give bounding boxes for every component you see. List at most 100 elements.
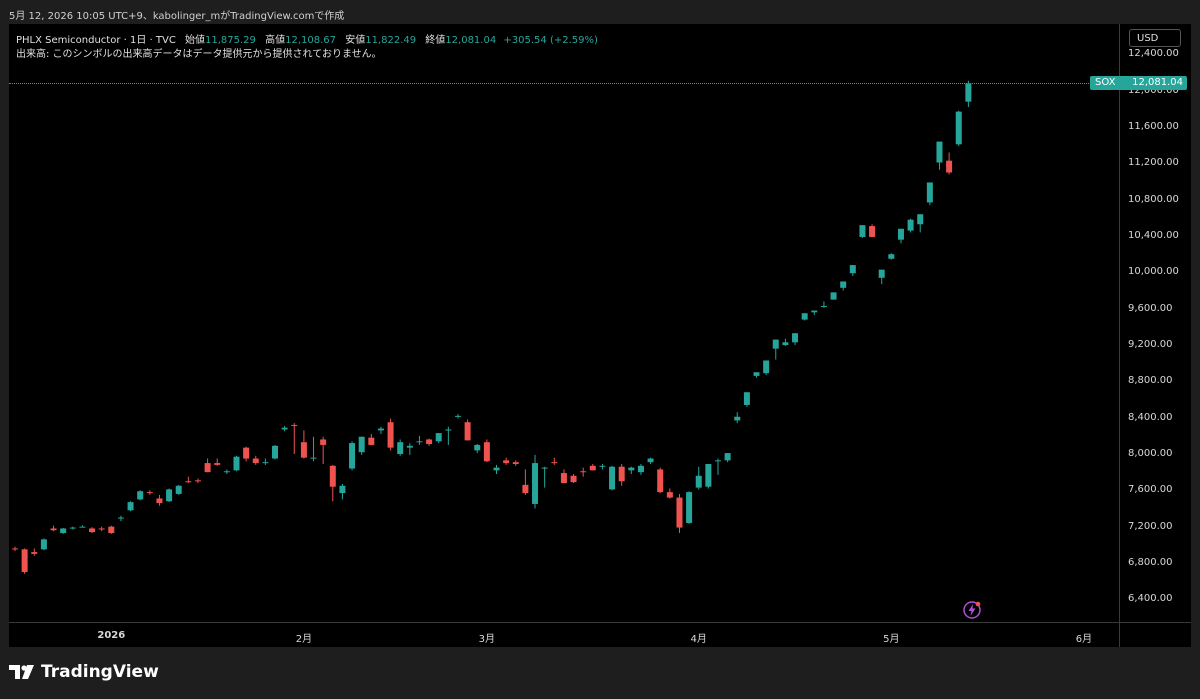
candle-body[interactable] bbox=[955, 111, 962, 145]
candle-body[interactable] bbox=[454, 415, 461, 417]
candle-body[interactable] bbox=[435, 433, 442, 442]
lightning-icon[interactable] bbox=[963, 601, 981, 619]
candle-body[interactable] bbox=[214, 463, 221, 465]
candle-body[interactable] bbox=[541, 467, 548, 469]
candle-body[interactable] bbox=[60, 528, 67, 534]
candle-body[interactable] bbox=[416, 441, 423, 443]
candle-body[interactable] bbox=[406, 445, 413, 448]
candle-body[interactable] bbox=[223, 471, 230, 473]
candle-body[interactable] bbox=[291, 424, 298, 426]
candle-body[interactable] bbox=[50, 528, 57, 531]
candle-body[interactable] bbox=[657, 469, 664, 493]
candle-body[interactable] bbox=[551, 462, 558, 464]
candle-body[interactable] bbox=[166, 489, 173, 502]
candle-body[interactable] bbox=[281, 427, 288, 430]
candle-body[interactable] bbox=[849, 265, 856, 274]
candle-body[interactable] bbox=[79, 526, 86, 528]
candle-body[interactable] bbox=[358, 436, 365, 453]
candle-body[interactable] bbox=[811, 310, 818, 313]
candle-body[interactable] bbox=[368, 437, 375, 445]
candle-body[interactable] bbox=[589, 465, 596, 471]
candle-body[interactable] bbox=[705, 463, 712, 487]
candle-body[interactable] bbox=[820, 305, 827, 307]
candle-body[interactable] bbox=[637, 465, 644, 473]
candle-body[interactable] bbox=[185, 481, 192, 483]
candle-body[interactable] bbox=[146, 492, 153, 494]
candle-body[interactable] bbox=[204, 463, 211, 473]
candle-body[interactable] bbox=[917, 214, 924, 225]
candle-body[interactable] bbox=[686, 492, 693, 524]
candle-body[interactable] bbox=[252, 458, 259, 464]
candle-body[interactable] bbox=[628, 467, 635, 471]
candle-body[interactable] bbox=[840, 281, 847, 288]
chart-pane[interactable]: PHLX Semiconductor · 1日 · TVC 始値11,875.2… bbox=[9, 24, 1119, 622]
candle-body[interactable] bbox=[300, 442, 307, 458]
candle-body[interactable] bbox=[734, 416, 741, 421]
candle-body[interactable] bbox=[262, 462, 269, 464]
candle-body[interactable] bbox=[599, 465, 606, 467]
candle-body[interactable] bbox=[272, 445, 279, 459]
candle-body[interactable] bbox=[339, 485, 346, 494]
candle-body[interactable] bbox=[724, 453, 731, 461]
candle-body[interactable] bbox=[233, 456, 240, 471]
candle-body[interactable] bbox=[387, 422, 394, 448]
candle-body[interactable] bbox=[907, 219, 914, 231]
candle-body[interactable] bbox=[666, 492, 673, 498]
candle-body[interactable] bbox=[31, 552, 38, 554]
price-axis[interactable]: USD 12,400.00 12,000.00 11,600.00 11,200.00… bbox=[1090, 24, 1191, 622]
candle-body[interactable] bbox=[897, 228, 904, 240]
candle-body[interactable] bbox=[474, 444, 481, 451]
candle-body[interactable] bbox=[580, 471, 587, 473]
candle-body[interactable] bbox=[194, 480, 201, 482]
candle-body[interactable] bbox=[156, 498, 163, 504]
candlestick-chart[interactable] bbox=[9, 24, 1119, 622]
candle-body[interactable] bbox=[40, 539, 47, 550]
candle-body[interactable] bbox=[320, 439, 327, 445]
candle-body[interactable] bbox=[175, 485, 182, 494]
candle-body[interactable] bbox=[753, 372, 760, 376]
candle-body[interactable] bbox=[310, 457, 317, 459]
candle-body[interactable] bbox=[782, 342, 789, 346]
candle-body[interactable] bbox=[570, 475, 577, 483]
candle-body[interactable] bbox=[772, 339, 779, 349]
candle-body[interactable] bbox=[830, 292, 837, 300]
candle-body[interactable] bbox=[89, 528, 96, 533]
candle-body[interactable] bbox=[464, 422, 471, 441]
candle-body[interactable] bbox=[743, 392, 750, 405]
candle-body[interactable] bbox=[117, 517, 124, 519]
candle-body[interactable] bbox=[522, 484, 529, 494]
candle-body[interactable] bbox=[98, 528, 105, 530]
candle-body[interactable] bbox=[21, 549, 28, 573]
candle-body[interactable] bbox=[397, 442, 404, 454]
candle-body[interactable] bbox=[609, 466, 616, 490]
candle-body[interactable] bbox=[965, 83, 972, 102]
candle-body[interactable] bbox=[869, 226, 876, 237]
candle-body[interactable] bbox=[888, 254, 895, 259]
candle-body[interactable] bbox=[445, 429, 452, 431]
candle-body[interactable] bbox=[426, 439, 433, 445]
candle-body[interactable] bbox=[243, 447, 250, 459]
candle-body[interactable] bbox=[801, 313, 808, 320]
candle-body[interactable] bbox=[12, 548, 18, 550]
candle-body[interactable] bbox=[493, 467, 500, 471]
candle-body[interactable] bbox=[676, 497, 683, 528]
candle-body[interactable] bbox=[926, 182, 933, 203]
candle-body[interactable] bbox=[503, 460, 510, 464]
candle-body[interactable] bbox=[137, 491, 144, 500]
candle-body[interactable] bbox=[878, 269, 885, 278]
candle-body[interactable] bbox=[127, 502, 134, 511]
candle-body[interactable] bbox=[714, 460, 721, 462]
candle-body[interactable] bbox=[763, 360, 770, 374]
candle-body[interactable] bbox=[946, 160, 953, 173]
candle-body[interactable] bbox=[695, 475, 702, 488]
time-axis[interactable]: 2026 2月 3月 4月 5月 6月 bbox=[9, 622, 1119, 647]
candle-body[interactable] bbox=[512, 462, 519, 464]
candle-body[interactable] bbox=[349, 443, 356, 469]
candle-body[interactable] bbox=[792, 333, 799, 343]
candle-body[interactable] bbox=[647, 458, 654, 463]
candle-body[interactable] bbox=[108, 526, 115, 534]
candle-body[interactable] bbox=[377, 428, 384, 431]
candle-body[interactable] bbox=[329, 465, 336, 487]
candle-body[interactable] bbox=[560, 473, 567, 484]
currency-button[interactable]: USD bbox=[1129, 29, 1181, 47]
